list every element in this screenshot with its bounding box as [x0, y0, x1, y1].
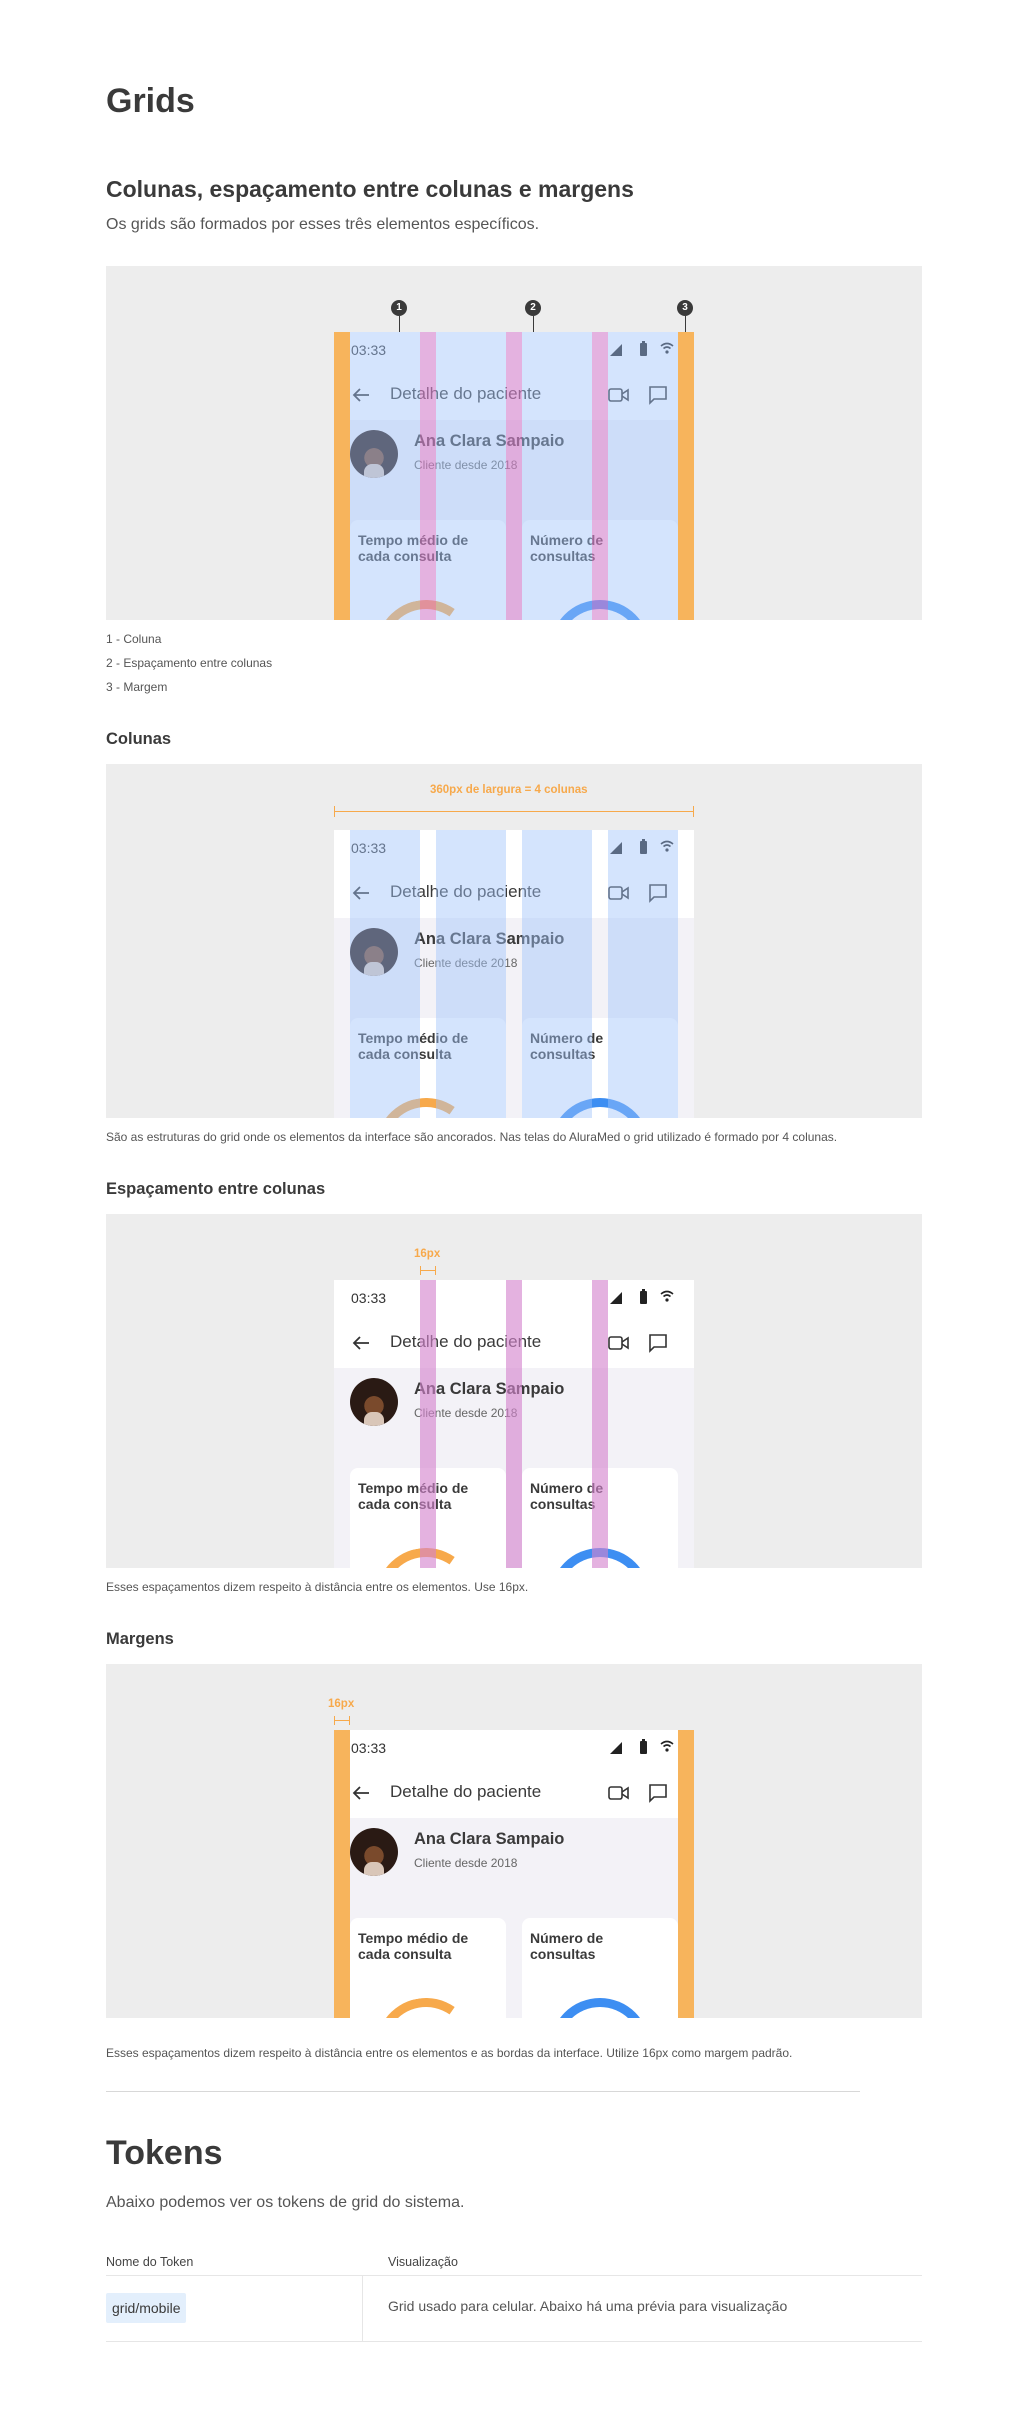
gutter-overlay [420, 332, 436, 620]
marker-column: 1 [391, 300, 407, 316]
section-divider [106, 2091, 860, 2092]
card-title: Número de consultas [530, 1930, 604, 1963]
columns-panel: 360px de largura = 4 colunas 03:33 Detal… [106, 764, 922, 1118]
patient-since: Cliente desde 2018 [414, 1856, 518, 1870]
gutters-caption: Esses espaçamentos dizem respeito à dist… [106, 1580, 529, 1594]
gauge-orange [368, 1990, 484, 2018]
column-overlay [522, 332, 592, 620]
dimension-tick [349, 1716, 350, 1725]
column-overlay [608, 332, 678, 620]
gutter-overlay [592, 1280, 608, 1568]
patient-name: Ana Clara Sampaio [414, 1830, 565, 1848]
section-title-margins: Margens [106, 1630, 174, 1648]
avatar [350, 1378, 398, 1426]
dimension-tick [693, 806, 694, 817]
dimension-tick [334, 1716, 335, 1725]
column-overlay [350, 830, 420, 1118]
phone-preview: 03:33 Detalhe do paciente Ana Clara Samp… [334, 1280, 694, 1568]
dimension-tick [420, 1266, 421, 1275]
margins-caption: Esses espaçamentos dizem respeito à dist… [106, 2046, 793, 2060]
table-divider [106, 2341, 922, 2342]
gutter-dimension-label: 16px [414, 1248, 441, 1260]
chat-icon[interactable] [648, 1333, 668, 1353]
gutter-dimension-line [420, 1270, 436, 1271]
battery-icon [640, 1739, 647, 1754]
stat-card-avg-time: Tempo médio de cada consulta [350, 1918, 506, 2018]
columns-caption: São as estruturas do grid onde os elemen… [106, 1130, 838, 1144]
margin-overlay [678, 332, 694, 620]
overview-grid-panel: 1 2 3 03:33 Detalhe do paciente Ana Clar… [106, 266, 922, 620]
column-overlay [436, 332, 506, 620]
phone-preview: 03:33 Detalhe do paciente Ana Clara Samp… [334, 830, 694, 1118]
table-column-divider [362, 2275, 363, 2341]
marker-margin: 3 [677, 300, 693, 316]
margin-dimension-line [334, 1720, 350, 1721]
page-title: Grids [106, 82, 195, 120]
width-dimension-line [334, 811, 694, 812]
margins-panel: 16px 03:33 Detalhe do paciente Ana Clara… [106, 1664, 922, 2018]
column-overlay [608, 830, 678, 1118]
marker-stem [533, 316, 534, 332]
appbar-title: Detalhe do paciente [390, 1782, 542, 1801]
battery-icon [640, 1289, 647, 1304]
phone-preview: 03:33 Detalhe do paciente Ana Clara Samp… [334, 1730, 694, 2018]
dimension-tick [435, 1266, 436, 1275]
section-title-gutters: Espaçamento entre colunas [106, 1180, 326, 1198]
margin-overlay [678, 1730, 694, 2018]
patient-name: Ana Clara Sampaio [414, 1380, 565, 1398]
avatar [350, 1828, 398, 1876]
status-time: 03:33 [351, 1740, 387, 1756]
gutter-overlay [506, 332, 522, 620]
app-bar: Detalhe do paciente [334, 1768, 694, 1818]
table-header-token-name: Nome do Token [106, 2255, 194, 2269]
table-divider [106, 2275, 922, 2276]
intro-text: Os grids são formados por esses três ele… [106, 216, 540, 233]
margin-dimension-label: 16px [328, 1698, 355, 1710]
gutter-overlay [420, 1280, 436, 1568]
gutters-panel: 16px 03:33 Detalhe do paciente Ana Clara… [106, 1214, 922, 1568]
tokens-intro: Abaixo podemos ver os tokens de grid do … [106, 2194, 465, 2211]
dimension-tick [334, 806, 335, 817]
section-title-columns: Colunas [106, 730, 172, 748]
margin-overlay [334, 1730, 350, 2018]
token-name-chip: grid/mobile [106, 2293, 187, 2323]
legend-item: 3 - Margem [106, 680, 168, 694]
legend-item: 2 - Espaçamento entre colunas [106, 656, 273, 670]
column-overlay [436, 830, 506, 1118]
chat-icon[interactable] [648, 1783, 668, 1803]
gutter-overlay [506, 1280, 522, 1568]
back-arrow-icon[interactable] [351, 1783, 371, 1803]
intro-heading: Colunas, espaçamento entre colunas e mar… [106, 176, 634, 202]
token-description: Grid usado para celular. Abaixo há uma p… [388, 2298, 788, 2314]
column-overlay [522, 830, 592, 1118]
status-bar: 03:33 [334, 1730, 694, 1768]
gutter-overlay [592, 332, 608, 620]
card-title: Tempo médio de cada consulta [358, 1930, 469, 1963]
video-icon[interactable] [608, 1334, 630, 1352]
wifi-icon [660, 1290, 674, 1302]
status-time: 03:33 [351, 1290, 387, 1306]
marker-stem [685, 316, 686, 332]
column-overlay [350, 332, 420, 620]
legend-item: 1 - Coluna [106, 632, 162, 646]
marker-gutter: 2 [525, 300, 541, 316]
wifi-icon [660, 1740, 674, 1752]
margin-overlay [334, 332, 350, 620]
signal-icon [610, 1742, 622, 1754]
width-dimension-label: 360px de largura = 4 colunas [430, 784, 588, 796]
gauge-blue [550, 1998, 650, 2018]
tokens-title: Tokens [106, 2134, 223, 2172]
stat-card-consultations: Número de consultas [522, 1918, 678, 2018]
video-icon[interactable] [608, 1784, 630, 1802]
patient-header: Ana Clara Sampaio Cliente desde 2018 [334, 1818, 694, 1914]
table-header-visualization: Visualização [388, 2255, 458, 2269]
marker-stem [399, 316, 400, 332]
signal-icon [610, 1292, 622, 1304]
back-arrow-icon[interactable] [351, 1333, 371, 1353]
phone-preview: 03:33 Detalhe do paciente Ana Clara Samp… [334, 332, 694, 620]
